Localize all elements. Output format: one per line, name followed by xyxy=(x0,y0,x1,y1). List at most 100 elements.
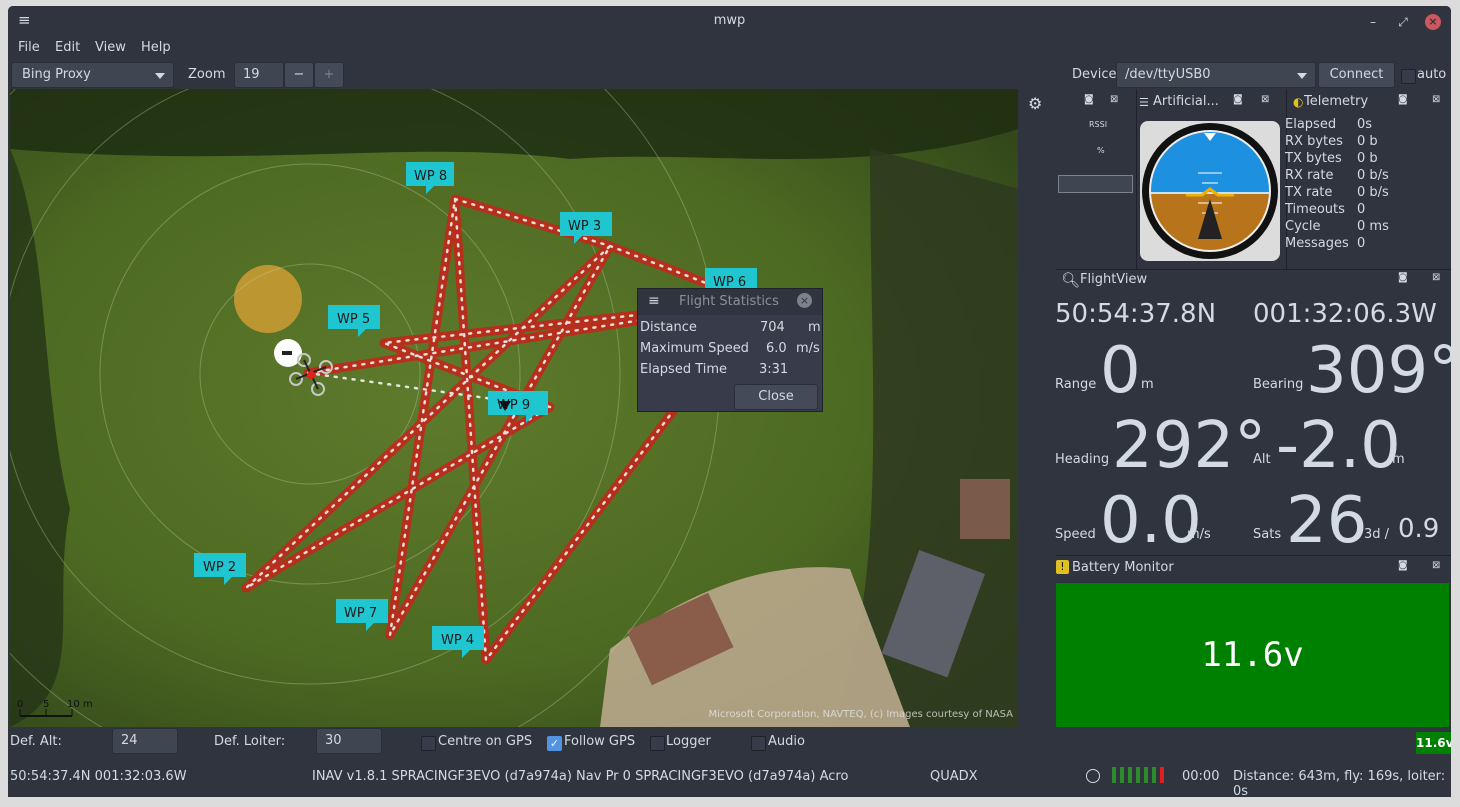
dock-close-icon[interactable]: ⊠ xyxy=(1110,94,1118,105)
dock-close-icon[interactable]: ⊠ xyxy=(1432,94,1440,105)
dialog-menu-icon[interactable]: ≡ xyxy=(648,293,660,309)
heading-label: Heading xyxy=(1055,452,1110,467)
telemetry-label: RX bytes xyxy=(1285,134,1343,149)
rssi-unit: % xyxy=(1097,146,1105,155)
dock-divider xyxy=(1136,89,1137,269)
telemetry-label: Elapsed xyxy=(1285,117,1337,132)
auto-label: auto xyxy=(1417,67,1447,82)
map-source-select[interactable]: Bing Proxy xyxy=(11,62,174,88)
menu-file[interactable]: File xyxy=(18,40,40,55)
device-select[interactable]: /dev/ttyUSB0 xyxy=(1116,62,1316,88)
range-unit: m xyxy=(1141,377,1154,392)
chevron-down-icon xyxy=(1297,73,1307,79)
waypoint-label: WP 3 xyxy=(568,219,601,234)
battery-voltage: 11.6v xyxy=(1201,635,1304,675)
dock-restore-icon[interactable]: ◙ xyxy=(1398,272,1408,283)
logger-label: Logger xyxy=(666,734,711,749)
telemetry-label: Timeouts xyxy=(1285,202,1345,217)
zoom-in-button[interactable]: + xyxy=(314,62,344,88)
telemetry-value: 0s xyxy=(1357,117,1373,132)
bearing-label: Bearing xyxy=(1253,377,1304,392)
follow-gps-checkbox[interactable]: ✓ xyxy=(547,736,562,751)
hdop-value: 0.9 xyxy=(1398,514,1440,544)
sats-fix: 3d / xyxy=(1364,527,1390,542)
close-icon[interactable]: × xyxy=(1425,14,1441,30)
logger-checkbox[interactable] xyxy=(650,736,665,751)
battery-voltage-panel: 11.6v xyxy=(1056,583,1449,727)
dock-restore-icon[interactable]: ◙ xyxy=(1398,94,1408,105)
window-title: mwp xyxy=(713,13,746,28)
map-source-value: Bing Proxy xyxy=(22,67,91,82)
title-bar: ≡ mwp – ⤢ × xyxy=(8,6,1451,38)
menu-view[interactable]: View xyxy=(95,40,126,55)
stat-label: Elapsed Time xyxy=(640,362,728,377)
status-area: Def. Alt: 24 Def. Loiter: 30 Centre on G… xyxy=(8,727,1451,797)
maximize-icon[interactable]: ⤢ xyxy=(1395,14,1411,30)
dock-restore-icon[interactable]: ◙ xyxy=(1398,560,1408,571)
sats-value: 26 xyxy=(1286,484,1368,558)
stat-value: 3:31 xyxy=(759,362,789,377)
telemetry-icon: ◐ xyxy=(1293,95,1304,109)
zoom-label: Zoom xyxy=(188,67,226,82)
telemetry-value: 0 b xyxy=(1357,151,1378,166)
dock-divider xyxy=(1056,555,1451,556)
scale-ten: 10 m xyxy=(67,699,93,710)
telemetry-label: TX bytes xyxy=(1285,151,1342,166)
menu-edit[interactable]: Edit xyxy=(55,40,80,55)
menu-bar: File Edit View Help xyxy=(8,38,1451,60)
device-label: Device xyxy=(1072,67,1117,82)
minimize-icon[interactable]: – xyxy=(1365,14,1381,30)
close-icon[interactable]: × xyxy=(797,293,812,308)
map-canvas[interactable]: WP 8 WP 3 WP 6 WP 5 WP 9 WP 2 WP 7 WP 4 xyxy=(10,89,1018,727)
close-button[interactable]: Close xyxy=(734,384,818,410)
def-loiter-input[interactable]: 30 xyxy=(316,728,382,754)
speed-value: 0.0 xyxy=(1100,484,1202,558)
telemetry-title: Telemetry xyxy=(1304,94,1369,109)
timer: 00:00 xyxy=(1182,769,1220,784)
centre-gps-checkbox[interactable] xyxy=(421,736,436,751)
sats-label: Sats xyxy=(1253,527,1282,542)
scale-zero: 0 xyxy=(17,699,23,710)
zoom-input[interactable]: 19 xyxy=(234,62,284,88)
telemetry-label: RX rate xyxy=(1285,168,1334,183)
alt-unit: m xyxy=(1392,452,1405,467)
connect-button[interactable]: Connect xyxy=(1318,62,1395,88)
heading-value: 292° xyxy=(1112,409,1267,483)
bearing-value: 309° xyxy=(1306,334,1451,408)
magnifier-icon: 🔍︎ xyxy=(1061,271,1081,289)
horizon-title: Artificial... xyxy=(1153,94,1219,109)
fc-info-status: INAV v1.8.1 SPRACINGF3EVO (d7a974a) Nav … xyxy=(312,769,849,784)
def-loiter-label: Def. Loiter: xyxy=(214,734,286,749)
def-alt-input[interactable]: 24 xyxy=(112,728,178,754)
dock-divider xyxy=(1056,269,1451,270)
telemetry-value: 0 b/s xyxy=(1357,168,1389,183)
telemetry-value: 0 xyxy=(1357,202,1366,217)
audio-checkbox[interactable] xyxy=(751,736,766,751)
range-label: Range xyxy=(1055,377,1097,392)
dock-restore-icon[interactable]: ◙ xyxy=(1233,94,1243,105)
dock-close-icon[interactable]: ⊠ xyxy=(1432,560,1440,571)
zoom-out-button[interactable]: − xyxy=(284,62,314,88)
dock-close-icon[interactable]: ⊠ xyxy=(1261,94,1269,105)
main-window: ≡ mwp – ⤢ × File Edit View Help Bing Pro… xyxy=(8,6,1451,797)
menu-help[interactable]: Help xyxy=(141,40,171,55)
stat-label: Maximum Speed xyxy=(640,341,749,356)
waypoint-label: WP 8 xyxy=(414,169,447,184)
auto-checkbox[interactable] xyxy=(1401,69,1416,84)
stat-unit: m xyxy=(808,320,821,335)
telemetry-label: Cycle xyxy=(1285,219,1321,234)
stat-unit: m/s xyxy=(796,341,820,356)
dialog-title: Flight Statistics xyxy=(679,294,779,309)
speed-label: Speed xyxy=(1055,527,1096,542)
speed-unit: m/s xyxy=(1187,527,1211,542)
settings-gear-icon[interactable]: ⚙ xyxy=(1028,94,1042,113)
alt-label: Alt xyxy=(1253,452,1271,467)
telemetry-value: 0 xyxy=(1357,236,1366,251)
dock-close-icon[interactable]: ⊠ xyxy=(1432,272,1440,283)
battery-title: Battery Monitor xyxy=(1072,560,1174,575)
radio-status-icon xyxy=(1086,769,1100,783)
dock-restore-icon[interactable]: ◙ xyxy=(1084,94,1094,105)
map-view[interactable]: WP 8 WP 3 WP 6 WP 5 WP 9 WP 2 WP 7 WP 4 xyxy=(10,89,1018,727)
scale-five: 5 xyxy=(43,699,49,710)
artificial-horizon xyxy=(1140,121,1280,261)
